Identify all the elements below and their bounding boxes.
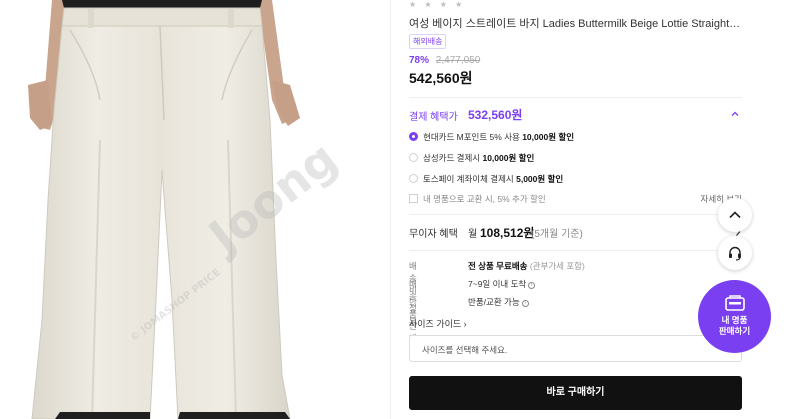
rating-stars: ★ ★ ★ ★ <box>409 0 466 9</box>
divider <box>409 250 742 251</box>
sell-my-luxury-button[interactable]: 내 명품 판매하기 <box>698 280 771 353</box>
installment-row[interactable]: 무이자 혜택 월 108,512원 (5개월 기준) <box>409 224 742 240</box>
chevron-up-icon <box>729 211 741 219</box>
installment-months: (5개월 기준) <box>531 229 583 240</box>
installment-monthly: 월 <box>468 229 478 240</box>
radio-unselected[interactable] <box>409 153 418 162</box>
payment-benefit-toggle[interactable]: 결제 혜택가 532,560원 <box>409 106 742 124</box>
option-text: 삼성카드 결제시 10,000원 할인 <box>423 153 535 163</box>
scroll-top-button[interactable] <box>718 198 752 232</box>
customer-service-button[interactable] <box>718 236 752 270</box>
sale-price: 542,560원 <box>409 70 473 86</box>
product-title: 여성 베이지 스트레이트 바지 Ladies Buttermilk Beige … <box>409 18 742 30</box>
size-guide-link[interactable]: 사이즈 가이드 › <box>409 317 467 330</box>
pants-illustration <box>28 0 300 419</box>
divider <box>409 214 742 215</box>
trade-in-row: 내 명품으로 교환 시, 5% 추가 할인 자세히 보기 <box>409 193 742 207</box>
option-text: 토스페이 계좌이체 결제시 5,000원 할인 <box>423 174 564 184</box>
benefit-label: 결제 혜택가 <box>409 112 458 123</box>
product-info-panel: ★ ★ ★ ★ 여성 베이지 스트레이트 바지 Ladies Buttermil… <box>409 0 742 419</box>
installment-label: 무이자 혜택 <box>409 229 458 240</box>
buy-now-button[interactable]: 바로 구매하기 <box>409 376 742 410</box>
divider <box>409 97 742 98</box>
trade-in-checkbox[interactable] <box>409 194 418 203</box>
sell-button-label: 내 명품 판매하기 <box>718 315 751 336</box>
size-select[interactable]: 사이즈를 선택해 주세요. <box>409 335 742 362</box>
shipping-info-value: 7~9일 이내 도착 i <box>468 278 536 290</box>
wallet-icon <box>725 295 745 311</box>
info-icon[interactable]: i <box>521 300 529 307</box>
headset-icon <box>729 246 741 261</box>
panel-divider <box>390 0 391 419</box>
radio-selected[interactable] <box>409 132 418 141</box>
radio-unselected[interactable] <box>409 174 418 183</box>
original-price: 2,477,050 <box>435 55 481 66</box>
option-text: 현대카드 M포인트 5% 사용 10,000원 할인 <box>423 132 575 142</box>
overseas-shipping-badge: 해외배송 <box>409 34 447 49</box>
shipping-fee-value: 전 상품 무료배송 (관부가세 포함) <box>468 261 585 271</box>
size-select-placeholder: 사이즈를 선택해 주세요. <box>422 345 508 355</box>
benefit-amount: 532,560원 <box>468 108 523 122</box>
discount-rate: 78% <box>409 55 430 66</box>
installment-amount: 108,512원 <box>480 226 535 240</box>
info-icon[interactable]: i <box>528 282 536 289</box>
product-image[interactable]: Joong © JOMASHOP PRICE <box>0 0 390 419</box>
discount-row: 78% 2,477,050 <box>409 55 480 66</box>
trade-in-text: 내 명품으로 교환 시, 5% 추가 할인 <box>423 194 546 204</box>
chevron-up-icon <box>731 111 739 116</box>
return-guide-value: 반품/교환 가능 i <box>468 296 529 308</box>
